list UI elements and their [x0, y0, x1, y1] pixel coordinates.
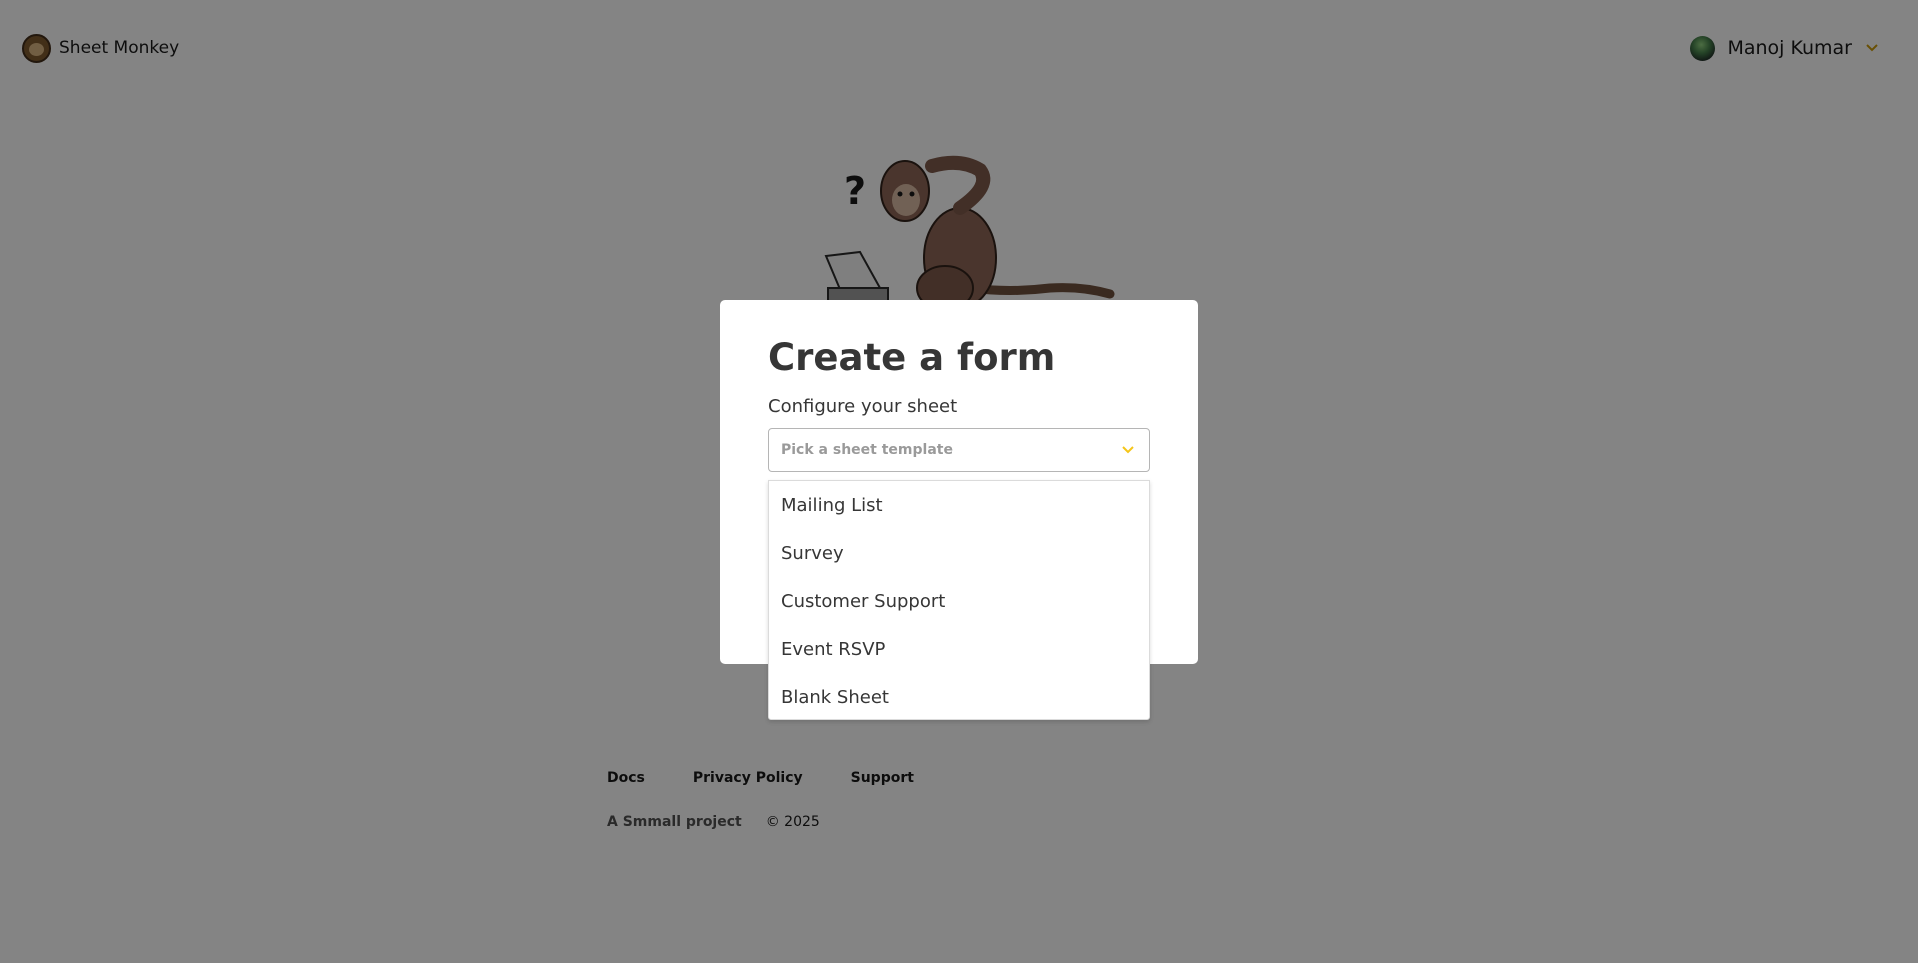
field-label: Configure your sheet — [768, 396, 958, 417]
sheet-template-select[interactable]: Pick a sheet template — [768, 428, 1150, 472]
option-event-rsvp[interactable]: Event RSVP — [769, 625, 1149, 673]
select-placeholder: Pick a sheet template — [781, 442, 953, 458]
option-blank-sheet[interactable]: Blank Sheet — [769, 673, 1149, 721]
option-mailing-list[interactable]: Mailing List — [769, 481, 1149, 529]
option-survey[interactable]: Survey — [769, 529, 1149, 577]
option-customer-support[interactable]: Customer Support — [769, 577, 1149, 625]
chevron-down-icon — [1122, 446, 1134, 454]
modal-title: Create a form — [768, 336, 1056, 379]
sheet-template-dropdown: Mailing List Survey Customer Support Eve… — [768, 480, 1150, 720]
